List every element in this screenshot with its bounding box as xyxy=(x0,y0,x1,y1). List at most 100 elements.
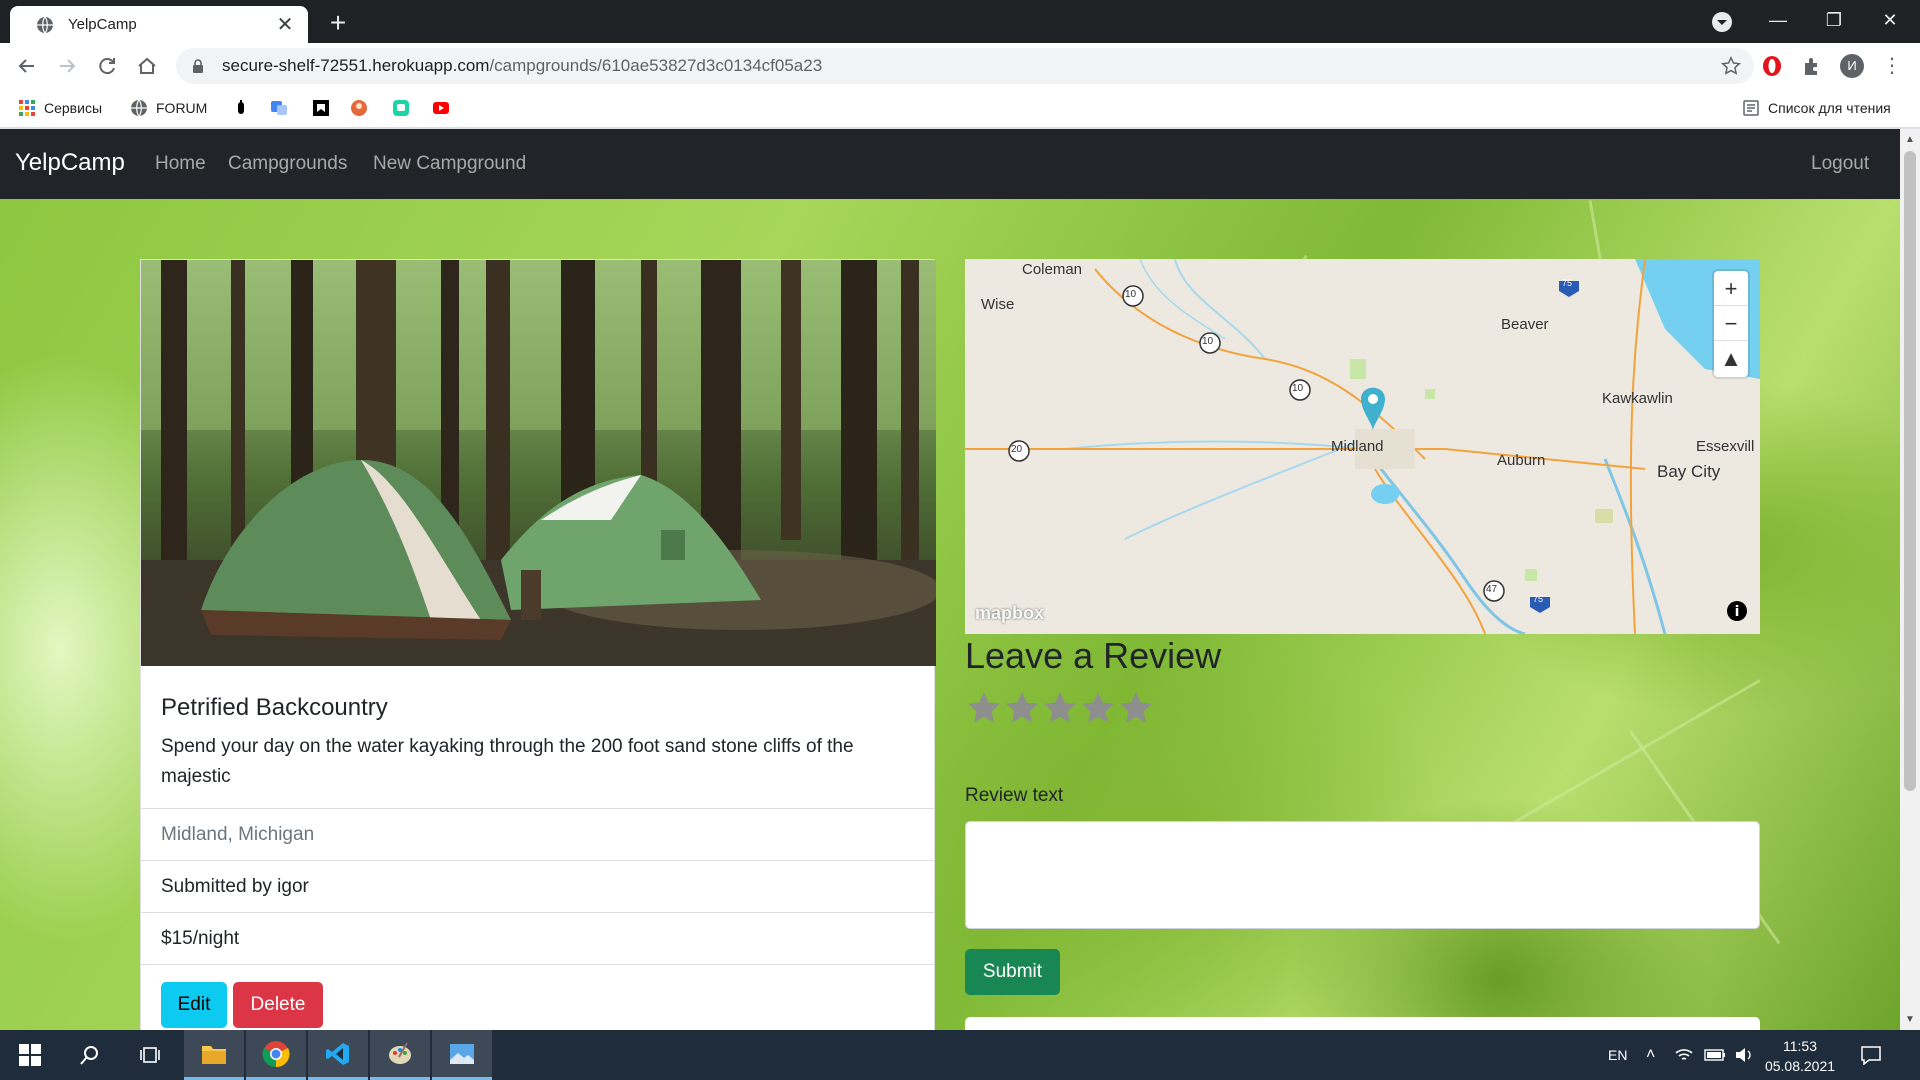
url-path: /campgrounds/610ae53827d3c0134cf05a23 xyxy=(489,56,823,75)
bookmarks-bar: Сервисы FORUM Список для чтения xyxy=(0,88,1920,128)
browser-menu-icon[interactable]: ⋮ xyxy=(1880,54,1904,78)
notifications-button[interactable] xyxy=(1860,1030,1882,1080)
start-button[interactable] xyxy=(0,1030,60,1080)
scroll-up-icon[interactable]: ▲ xyxy=(1905,134,1915,145)
browser-toolbar: secure-shelf-72551.herokuapp.com/campgro… xyxy=(0,43,1920,88)
star-icon[interactable] xyxy=(965,689,1003,727)
bookmark-star-icon[interactable] xyxy=(1720,55,1742,77)
wifi-icon xyxy=(1675,1049,1693,1060)
taskbar-clock[interactable]: 11:53 05.08.2021 xyxy=(1750,1036,1850,1076)
map-label-beaver: Beaver xyxy=(1501,316,1549,333)
route-shield-47: 47 xyxy=(1486,584,1498,595)
star-icon[interactable] xyxy=(1003,689,1041,727)
campground-map[interactable]: i Coleman Wise Beaver Kawkawlin Essexvil… xyxy=(965,259,1760,634)
restore-button[interactable]: ❐ xyxy=(1806,0,1862,43)
lock-icon[interactable] xyxy=(190,58,206,74)
bookmark-4[interactable] xyxy=(350,96,376,120)
leaf-vein xyxy=(1499,679,1761,832)
close-window-button[interactable]: ✕ xyxy=(1862,0,1918,43)
campground-photo-drawing xyxy=(141,260,936,666)
extensions-puzzle-icon[interactable] xyxy=(1800,54,1824,78)
taskbar-vscode[interactable] xyxy=(308,1030,368,1080)
map-pin-icon[interactable] xyxy=(1361,387,1385,431)
zoom-in-button[interactable]: + xyxy=(1714,271,1748,306)
network-icon[interactable] xyxy=(1674,1030,1694,1080)
url-host: secure-shelf-72551.herokuapp.com xyxy=(222,56,490,75)
taskbar-photos[interactable] xyxy=(432,1030,492,1080)
page-scrollbar[interactable]: ▲ ▼ xyxy=(1900,129,1920,1030)
bookmark-5[interactable] xyxy=(392,96,418,120)
taskbar-file-explorer[interactable] xyxy=(184,1030,244,1080)
bookmark-youtube[interactable] xyxy=(432,96,458,120)
nav-new-campground[interactable]: New Campground xyxy=(373,153,526,175)
clock-time: 11:53 xyxy=(1783,1038,1817,1054)
route-shield-20: 20 xyxy=(1011,444,1023,455)
review-textarea[interactable] xyxy=(965,821,1760,929)
map-controls: + − ▲ xyxy=(1714,271,1748,377)
new-tab-button[interactable]: + xyxy=(322,7,354,39)
star-icon[interactable] xyxy=(1079,689,1117,727)
nav-home[interactable]: Home xyxy=(155,153,206,175)
bookmark-forum-label: FORUM xyxy=(156,100,208,116)
star-rating[interactable] xyxy=(965,689,1155,727)
mapbox-logo[interactable]: mapbox xyxy=(975,603,1044,624)
bookmark-1[interactable] xyxy=(232,96,258,120)
clock-date: 05.08.2021 xyxy=(1764,1058,1836,1074)
campground-description: Spend your day on the water kayaking thr… xyxy=(161,736,854,787)
taskbar-chrome[interactable] xyxy=(246,1030,306,1080)
battery-icon[interactable] xyxy=(1704,1030,1726,1080)
campground-photo[interactable] xyxy=(141,260,936,666)
bookmark-app-icon xyxy=(313,100,329,116)
site-navbar: YelpCamp Home Campgrounds New Campground… xyxy=(0,129,1900,199)
windows-taskbar: EN ˄ 11:53 05.08.2021 xyxy=(0,1030,1920,1080)
star-icon[interactable] xyxy=(1041,689,1079,727)
browser-tabstrip: YelpCamp ✕ + — ❐ ✕ xyxy=(0,0,1920,43)
scroll-thumb[interactable] xyxy=(1904,151,1916,791)
search-button[interactable] xyxy=(60,1030,120,1080)
tab-search-icon[interactable] xyxy=(1710,10,1734,34)
bookmark-forum[interactable]: FORUM xyxy=(130,96,207,120)
browser-tab[interactable]: YelpCamp ✕ xyxy=(10,6,308,43)
forward-icon[interactable] xyxy=(52,51,82,81)
globe-icon xyxy=(37,16,53,33)
task-view-button[interactable] xyxy=(120,1030,180,1080)
bookmark-services[interactable]: Сервисы xyxy=(18,96,102,120)
map-label-coleman: Coleman xyxy=(1022,261,1083,278)
address-bar[interactable]: secure-shelf-72551.herokuapp.com/campgro… xyxy=(176,48,1754,84)
map-label-bay-city: Bay City xyxy=(1657,462,1721,481)
reading-list-icon xyxy=(1743,100,1759,116)
reading-list[interactable]: Список для чтения xyxy=(1742,96,1891,120)
nav-logout[interactable]: Logout xyxy=(1811,153,1869,175)
submit-review-button[interactable]: Submit xyxy=(965,949,1060,995)
route-shield-10-c: 10 xyxy=(1292,383,1304,394)
map-label-essexville: Essexvill xyxy=(1696,438,1755,455)
apps-grid-icon xyxy=(19,100,35,116)
tray-chevron-icon[interactable]: ˄ xyxy=(1646,1030,1655,1080)
star-icon[interactable] xyxy=(1117,689,1155,727)
taskbar-paint[interactable] xyxy=(370,1030,430,1080)
bookmark-2[interactable] xyxy=(270,96,296,120)
minimize-button[interactable]: — xyxy=(1750,0,1806,43)
map-label-auburn: Auburn xyxy=(1497,452,1546,469)
reload-icon[interactable] xyxy=(92,51,122,81)
site-brand[interactable]: YelpCamp xyxy=(15,149,125,177)
review-heading: Leave a Review xyxy=(965,635,1222,676)
campground-price: $15/night xyxy=(141,912,934,964)
delete-button[interactable]: Delete xyxy=(233,982,323,1028)
back-icon[interactable] xyxy=(12,51,42,81)
zoom-out-button[interactable]: − xyxy=(1714,306,1748,341)
route-shield-10-b: 10 xyxy=(1202,336,1214,347)
campground-card: Petrified Backcountry Spend your day on … xyxy=(140,259,936,1030)
compass-icon[interactable]: ▲ xyxy=(1714,341,1748,376)
review-card-partial xyxy=(965,1017,1760,1030)
bookmark-3[interactable] xyxy=(312,96,338,120)
scroll-down-icon[interactable]: ▼ xyxy=(1905,1014,1915,1025)
tab-close-icon[interactable]: ✕ xyxy=(274,12,296,37)
edit-button[interactable]: Edit xyxy=(161,982,227,1028)
campground-author: Submitted by igor xyxy=(141,860,934,912)
language-indicator[interactable]: EN xyxy=(1608,1030,1627,1080)
home-icon[interactable] xyxy=(132,51,162,81)
profile-avatar[interactable]: И xyxy=(1840,54,1864,78)
nav-campgrounds[interactable]: Campgrounds xyxy=(228,153,347,175)
opera-extension-icon[interactable] xyxy=(1760,54,1784,78)
